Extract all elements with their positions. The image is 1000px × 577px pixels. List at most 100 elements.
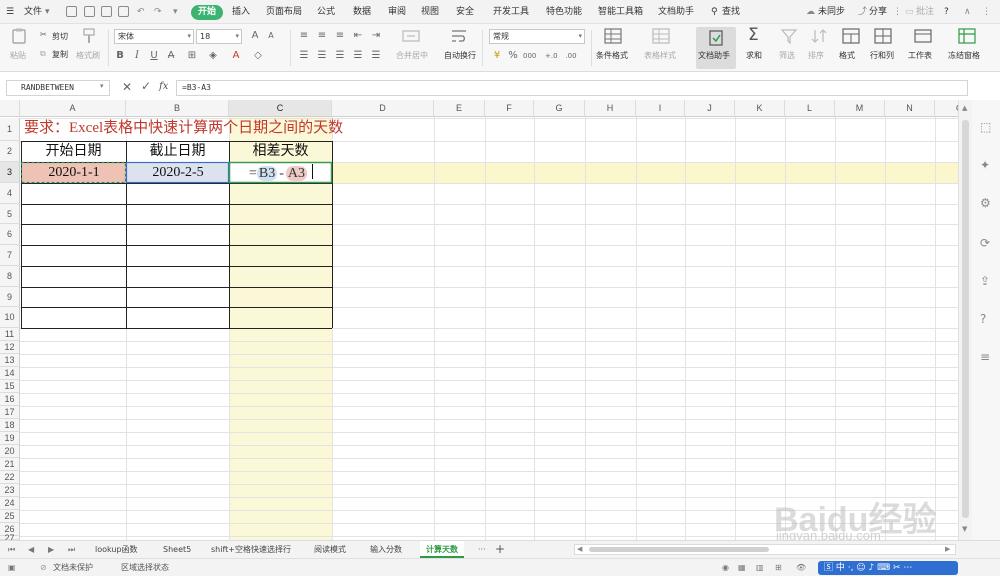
file-dropdown-icon[interactable]: ▾ — [45, 0, 50, 24]
sum-icon[interactable]: Σ — [748, 25, 759, 45]
row-header-19[interactable]: 19 — [0, 432, 20, 445]
tab-home[interactable]: 开始 — [191, 5, 224, 20]
scroll-up-icon[interactable]: ▲ — [962, 104, 967, 112]
column-header-h[interactable]: H — [585, 100, 636, 117]
sheet-tab-calc-days[interactable]: 计算天数 — [420, 541, 464, 558]
cloud-sync-icon[interactable]: ☁ — [806, 0, 815, 24]
row-header-1[interactable]: 1 — [0, 118, 20, 141]
horizontal-scrollbar[interactable]: ◀ ▶ — [574, 544, 956, 555]
formula-input[interactable]: =B3-A3 — [176, 80, 968, 96]
cancel-formula-icon[interactable]: ✕ — [122, 80, 132, 94]
wrap-text-icon[interactable] — [450, 28, 468, 44]
column-header-a[interactable]: A — [20, 100, 126, 117]
shape-tool-icon[interactable]: ✦ — [980, 158, 990, 172]
tab-data[interactable]: 数据 — [353, 0, 371, 24]
sheet-tab-fraction[interactable]: 输入分数 — [370, 541, 402, 558]
distributed-icon[interactable]: ☰ — [370, 50, 382, 62]
italic-icon[interactable]: I — [131, 50, 143, 62]
percent-icon[interactable]: % — [507, 50, 519, 62]
search-button[interactable]: 查找 — [722, 0, 740, 24]
row-header-17[interactable]: 17 — [0, 406, 20, 419]
search-icon[interactable]: ⚲ — [711, 0, 718, 24]
name-box-dropdown-icon[interactable]: ▾ — [100, 82, 104, 90]
fill-color-icon[interactable]: ◈ — [207, 50, 219, 62]
format-icon[interactable] — [842, 28, 860, 44]
confirm-formula-icon[interactable]: ✓ — [141, 79, 151, 93]
reading-mode-icon[interactable]: 👁 — [796, 559, 806, 577]
merge-center-button[interactable]: 合并居中 — [396, 50, 428, 61]
backup-icon[interactable]: ⟳ — [980, 236, 990, 250]
scroll-right-icon[interactable]: ▶ — [945, 545, 950, 553]
next-sheet-icon[interactable]: ▶ — [48, 541, 54, 558]
sync-status[interactable]: 未同步 — [818, 0, 845, 24]
row-header-10[interactable]: 10 — [0, 307, 20, 328]
macro-icon[interactable]: ▣ — [8, 559, 16, 577]
print-preview-icon[interactable] — [101, 6, 112, 17]
worksheet-icon[interactable] — [914, 28, 932, 44]
wrap-text-button[interactable]: 自动换行 — [444, 50, 476, 61]
cell-a3[interactable]: 2020-1-1 — [22, 162, 126, 183]
scrollbar-thumb[interactable] — [962, 120, 969, 518]
align-bottom-icon[interactable]: ≡ — [334, 30, 346, 42]
first-sheet-icon[interactable]: ⏮ — [8, 541, 15, 558]
row-header-20[interactable]: 20 — [0, 445, 20, 458]
conditional-format-button[interactable]: 条件格式 — [596, 50, 628, 61]
row-header-2[interactable]: 2 — [0, 141, 20, 162]
tab-security[interactable]: 安全 — [456, 0, 474, 24]
last-sheet-icon[interactable]: ⏭ — [68, 541, 75, 558]
tab-view[interactable]: 视图 — [421, 0, 439, 24]
row-header-4[interactable]: 4 — [0, 183, 20, 204]
cell-c2[interactable]: 相差天数 — [229, 141, 332, 162]
scroll-down-icon[interactable]: ▼ — [962, 525, 967, 533]
export-pdf-icon[interactable] — [118, 6, 129, 17]
sum-button[interactable]: 求和 — [746, 50, 762, 61]
cut-icon[interactable]: ✂ — [40, 30, 47, 39]
column-header-e[interactable]: E — [434, 100, 485, 117]
table-style-button[interactable]: 表格样式 — [644, 50, 676, 61]
conditional-format-icon[interactable] — [604, 28, 622, 44]
share-icon[interactable]: ⤴ — [858, 0, 867, 24]
input-method-toolbar[interactable]: 🅂 中 ·, ☺ ♪ ⌨ ✂ ⋯ — [818, 561, 958, 575]
paste-icon[interactable] — [10, 28, 28, 44]
more-options-icon[interactable]: ⋮ — [982, 0, 991, 24]
column-header-j[interactable]: J — [685, 100, 735, 117]
more-sheets-icon[interactable]: ··· — [478, 541, 486, 558]
row-header-7[interactable]: 7 — [0, 245, 20, 266]
column-header-n[interactable]: N — [885, 100, 935, 117]
row-header-21[interactable]: 21 — [0, 458, 20, 471]
column-header-b[interactable]: B — [126, 100, 229, 117]
bold-icon[interactable]: B — [114, 50, 126, 62]
filter-button[interactable]: 筛选 — [779, 50, 795, 61]
share-button[interactable]: 分享 — [869, 0, 887, 24]
row-header-24[interactable]: 24 — [0, 497, 20, 510]
font-size-select[interactable]: 18 ▾ — [196, 29, 242, 44]
collapse-ribbon-icon[interactable]: ∧ — [964, 0, 971, 24]
paste-button[interactable]: 粘贴 — [10, 50, 26, 61]
file-menu[interactable]: 文件 — [24, 0, 42, 24]
cell-b2[interactable]: 截止日期 — [126, 141, 229, 162]
clear-format-icon[interactable]: ◇ — [252, 50, 264, 62]
sort-button[interactable]: 排序 — [808, 50, 824, 61]
print-icon[interactable] — [84, 6, 95, 17]
copy-icon[interactable]: ⧉ — [40, 49, 46, 59]
worksheet-button[interactable]: 工作表 — [908, 50, 932, 61]
help-button[interactable]: ? — [944, 0, 949, 24]
doc-assistant-button[interactable]: 文档助手 — [696, 27, 736, 69]
row-header-3[interactable]: 3 — [0, 162, 20, 183]
insert-function-button[interactable]: fx — [159, 81, 168, 92]
comment-icon[interactable]: ▭ — [905, 0, 914, 24]
vertical-scrollbar[interactable]: ▲ ▼ — [958, 100, 972, 540]
cell-c3-editor[interactable]: = B3- A3 — [249, 164, 314, 183]
name-box[interactable]: RANDBETWEEN — [6, 80, 110, 96]
share-panel-icon[interactable]: ⇪ — [980, 274, 990, 288]
row-header-12[interactable]: 12 — [0, 341, 20, 354]
row-header-6[interactable]: 6 — [0, 224, 20, 245]
cut-button[interactable]: 剪切 — [52, 31, 68, 42]
strikethrough-icon[interactable]: A̶ — [165, 50, 177, 62]
align-top-icon[interactable]: ≡ — [298, 30, 310, 42]
freeze-panes-icon[interactable] — [958, 28, 976, 44]
redo-icon[interactable]: ↷ — [154, 0, 162, 24]
tab-page-layout[interactable]: 页面布局 — [266, 0, 302, 24]
ime-icon[interactable]: 🅂 中 ·, ☺ ♪ ⌨ ✂ ⋯ — [824, 561, 912, 575]
cell-a1-title[interactable]: 要求：Excel表格中快速计算两个日期之间的天数 — [24, 118, 343, 139]
